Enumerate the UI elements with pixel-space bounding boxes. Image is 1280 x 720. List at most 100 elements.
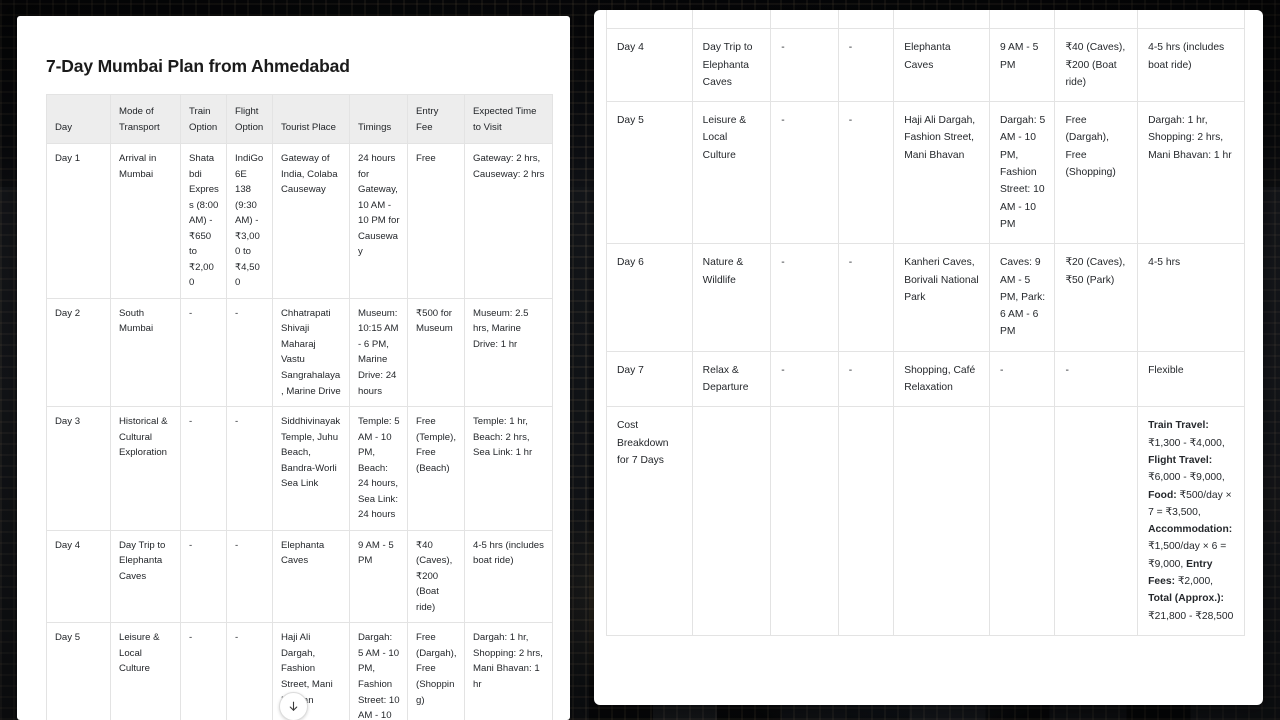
cell-train: - [770,350,839,408]
cell-day: Day 5 [606,101,693,245]
table-row: Day 3 Historical & Cultural Exploration … [46,406,553,531]
cost-item-value: ₹6,000 - ₹9,000, [1148,472,1225,484]
cell-cost-breakdown-label: Cost Breakdown for 7 Days [606,406,693,636]
cell-spacer [988,10,1056,30]
cell-time: Flexible [1137,350,1245,408]
cost-item-value: ₹21,800 - ₹28,500 [1148,610,1234,622]
cell-flight: IndiGo 6E 138 (9:30 AM) - ₹3,000 to ₹4,5… [226,143,273,299]
cell-place: Siddhivinayak Temple, Juhu Beach, Bandra… [272,406,350,531]
scroll-down-button[interactable] [279,692,308,720]
cell-place: Elephanta Caves [893,28,990,103]
cell-time: Temple: 1 hr, Beach: 2 hrs, Sea Link: 1 … [464,406,553,531]
cell-flight: - [837,101,895,245]
cell-empty [691,406,772,636]
cell-fee: ₹40 (Caves), ₹200 (Boat ride) [407,529,465,624]
cell-mode: Arrival in Mumbai [110,143,181,299]
cell-fee: Free (Temple), Free (Beach) [407,406,465,531]
cost-item-label: Train Travel: [1148,420,1209,432]
cell-timings: Museum: 10:15 AM - 6 PM, Marine Drive: 2… [349,297,408,408]
cell-mode: Leisure & Local Culture [691,101,772,245]
table-row: Day 1 Arrival in Mumbai Shatabdi Express… [46,143,553,299]
cell-mode: Day Trip to Elephanta Caves [110,529,181,624]
table-row: Day 6 Nature & Wildlife - - Kanheri Cave… [606,243,1245,352]
column-header-timings: Timings [349,93,408,145]
cell-mode: Day Trip to Elephanta Caves [691,28,772,103]
table-row: Day 2 South Mumbai - - Chhatrapati Shiva… [46,297,553,408]
cell-timings: Temple: 5 AM - 10 PM, Beach: 24 hours, S… [349,406,408,531]
cell-spacer [606,10,693,30]
column-header-train: Train Option [180,93,227,145]
right-panel-content: Day 4 Day Trip to Elephanta Caves - - El… [594,10,1263,636]
table-row: Day 7 Relax & Departure - - Shopping, Ca… [606,350,1245,408]
cell-mode: Nature & Wildlife [691,243,772,352]
cell-train: - [770,243,839,352]
cell-train: Shatabdi Express (8:00 AM) - ₹650 to ₹2,… [180,143,227,299]
table-body-right: Day 4 Day Trip to Elephanta Caves - - El… [606,10,1245,636]
left-document-panel[interactable]: 7-Day Mumbai Plan from Ahmedabad Day Mod… [17,16,570,720]
cell-flight: - [226,622,273,720]
cell-day: Day 6 [606,243,693,352]
cell-fee: ₹20 (Caves), ₹50 (Park) [1054,243,1139,352]
itinerary-table-left: Day Mode of Transport Train Option Fligh… [46,93,553,720]
cell-day: Day 4 [46,529,111,624]
table-row: Day 4 Day Trip to Elephanta Caves - - El… [606,28,1245,103]
right-document-panel[interactable]: Day 4 Day Trip to Elephanta Caves - - El… [594,10,1263,705]
cell-flight: - [226,406,273,531]
cost-item-label: Total (Approx.): [1148,593,1224,605]
table-row-partial-top [606,10,1245,30]
cell-place: Chhatrapati Shivaji Maharaj Vastu Sangra… [272,297,350,408]
cost-item-label: Food: [1148,489,1177,501]
cell-timings: 9 AM - 5 PM [988,28,1056,103]
cell-fee: - [1054,350,1139,408]
cell-empty [988,406,1056,636]
cell-spacer [1137,10,1245,30]
cell-timings: - [988,350,1056,408]
table-row: Day 4 Day Trip to Elephanta Caves - - El… [46,529,553,624]
cell-train: - [180,406,227,531]
column-header-day: Day [46,93,111,145]
cell-mode: Leisure & Local Culture [110,622,181,720]
cell-fee: ₹500 for Museum [407,297,465,408]
cell-flight: - [837,243,895,352]
cell-time: Gateway: 2 hrs, Causeway: 2 hrs [464,143,553,299]
cell-fee: Free [407,143,465,299]
page-title: 7-Day Mumbai Plan from Ahmedabad [46,56,350,76]
table-header-row: Day Mode of Transport Train Option Fligh… [46,93,553,145]
cell-place: Elephanta Caves [272,529,350,624]
cell-fee: ₹40 (Caves), ₹200 (Boat ride) [1054,28,1139,103]
cell-flight: - [837,28,895,103]
cell-cost-breakdown-values: Train Travel: ₹1,300 - ₹4,000, Flight Tr… [1137,406,1245,636]
cell-day: Day 5 [46,622,111,720]
column-header-mode: Mode of Transport [110,93,181,145]
cell-timings: Dargah: 5 AM - 10 PM, Fashion Street: 10… [349,622,408,720]
arrow-down-icon [287,700,300,713]
cell-day: Day 2 [46,297,111,408]
cell-timings: Caves: 9 AM - 5 PM, Park: 6 AM - 6 PM [988,243,1056,352]
cell-time: 4-5 hrs (includes boat ride) [464,529,553,624]
itinerary-table-right: Day 4 Day Trip to Elephanta Caves - - El… [606,10,1245,636]
cell-empty [837,406,895,636]
cost-item-value: ₹1,300 - ₹4,000, [1148,437,1225,449]
cell-place: Shopping, Café Relaxation [893,350,990,408]
cell-train: - [180,297,227,408]
cell-fee: Free (Dargah), Free (Shopping) [1054,101,1139,245]
cell-day: Day 4 [606,28,693,103]
cell-train: - [770,101,839,245]
table-body-left: Day 1 Arrival in Mumbai Shatabdi Express… [46,143,553,720]
cost-item-value: ₹2,000, [1175,576,1214,588]
cell-empty [893,406,990,636]
cell-time: 4-5 hrs [1137,243,1245,352]
cell-place: Gateway of India, Colaba Causeway [272,143,350,299]
cell-train: - [180,529,227,624]
cell-spacer [691,10,772,30]
cell-flight: - [226,297,273,408]
cost-item-label: Flight Travel: [1148,454,1213,466]
table-row-cost-breakdown: Cost Breakdown for 7 Days Train Travel: … [606,406,1245,636]
cell-empty [1054,406,1139,636]
cell-time: Museum: 2.5 hrs, Marine Drive: 1 hr [464,297,553,408]
cell-time: Dargah: 1 hr, Shopping: 2 hrs, Mani Bhav… [1137,101,1245,245]
cell-timings: 24 hours for Gateway, 10 AM - 10 PM for … [349,143,408,299]
cell-flight: - [837,350,895,408]
cell-spacer [1054,10,1139,30]
cell-day: Day 1 [46,143,111,299]
